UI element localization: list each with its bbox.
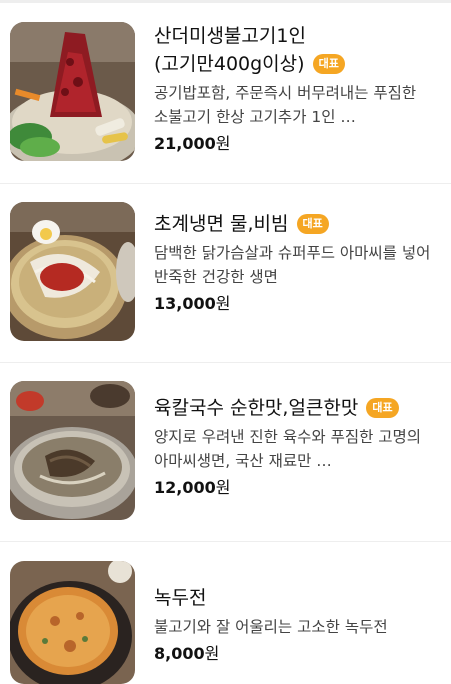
price-unit: 원 — [215, 294, 231, 313]
item-divider — [0, 362, 451, 363]
item-divider — [0, 541, 451, 542]
menu-item-image[interactable] — [10, 22, 135, 161]
menu-item-name-text: 녹두전 — [154, 587, 207, 609]
price-number: 21,000 — [154, 134, 216, 153]
menu-item-name-text: 산더미생불고기1인(고기만400g이상) — [154, 25, 306, 75]
representative-badge: 대표 — [296, 214, 329, 234]
menu-item-info: 산더미생불고기1인(고기만400g이상) 대표 공기밥포함, 주문즉시 버무려내… — [154, 22, 451, 155]
menu-item-name-text: 초계냉면 물,비빔 — [154, 213, 289, 235]
menu-item-price: 13,000원 — [154, 293, 451, 315]
menu-item-description: 공기밥포함, 주문즉시 버무려내는 푸짐한 소불고기 한상 고기추가 1인 … — [154, 84, 417, 126]
price-number: 12,000 — [154, 478, 216, 497]
menu-item-image[interactable] — [10, 202, 135, 341]
menu-item-name[interactable]: 녹두전 — [154, 584, 451, 612]
menu-item-name-text: 육칼국수 순한맛,얼큰한맛 — [154, 397, 359, 419]
menu-item-name[interactable]: 육칼국수 순한맛,얼큰한맛 대표 — [154, 394, 451, 422]
menu-item-bulgogi[interactable]: 산더미생불고기1인(고기만400g이상) 대표 공기밥포함, 주문즉시 버무려내… — [0, 22, 451, 182]
menu-item-info: 녹두전 불고기와 잘 어울리는 고소한 녹두전 8,000원 — [154, 584, 451, 665]
menu-item-kalguksu[interactable]: 육칼국수 순한맛,얼큰한맛 대표 양지로 우려낸 진한 육수와 푸짐한 고명의 … — [0, 381, 451, 541]
bulgogi-photo-icon — [10, 22, 135, 161]
price-unit: 원 — [204, 644, 220, 663]
menu-item-name[interactable]: 산더미생불고기1인(고기만400g이상) 대표 — [154, 22, 451, 78]
price-number: 8,000 — [154, 644, 205, 663]
menu-item-info: 초계냉면 물,비빔 대표 담백한 닭가슴살과 슈퍼푸드 아마씨를 넣어 반죽한 … — [154, 210, 451, 315]
kalguksu-photo-icon — [10, 381, 135, 520]
price-unit: 원 — [215, 134, 231, 153]
menu-item-description: 담백한 닭가슴살과 슈퍼푸드 아마씨를 넣어 반죽한 건강한 생면 — [154, 244, 431, 286]
representative-badge: 대표 — [366, 398, 399, 418]
price-number: 13,000 — [154, 294, 216, 313]
menu-item-image[interactable] — [10, 561, 135, 684]
top-divider — [0, 0, 451, 3]
menu-item-description: 불고기와 잘 어울리는 고소한 녹두전 — [154, 618, 388, 636]
menu-item-price: 8,000원 — [154, 643, 451, 665]
menu-item-naengmyeon[interactable]: 초계냉면 물,비빔 대표 담백한 닭가슴살과 슈퍼푸드 아마씨를 넣어 반죽한 … — [0, 202, 451, 362]
menu-item-info: 육칼국수 순한맛,얼큰한맛 대표 양지로 우려낸 진한 육수와 푸짐한 고명의 … — [154, 394, 451, 499]
menu-item-price: 21,000원 — [154, 133, 451, 155]
menu-item-description: 양지로 우려낸 진한 육수와 푸짐한 고명의 아마씨생면, 국산 재료만 … — [154, 428, 422, 470]
nokdujeon-photo-icon — [10, 561, 135, 684]
item-divider — [0, 183, 451, 184]
representative-badge: 대표 — [312, 54, 345, 74]
menu-item-name[interactable]: 초계냉면 물,비빔 대표 — [154, 210, 451, 238]
menu-item-nokdujeon[interactable]: 녹두전 불고기와 잘 어울리는 고소한 녹두전 8,000원 — [0, 561, 451, 684]
naengmyeon-photo-icon — [10, 202, 135, 341]
menu-item-image[interactable] — [10, 381, 135, 520]
menu-item-price: 12,000원 — [154, 477, 451, 499]
price-unit: 원 — [215, 478, 231, 497]
